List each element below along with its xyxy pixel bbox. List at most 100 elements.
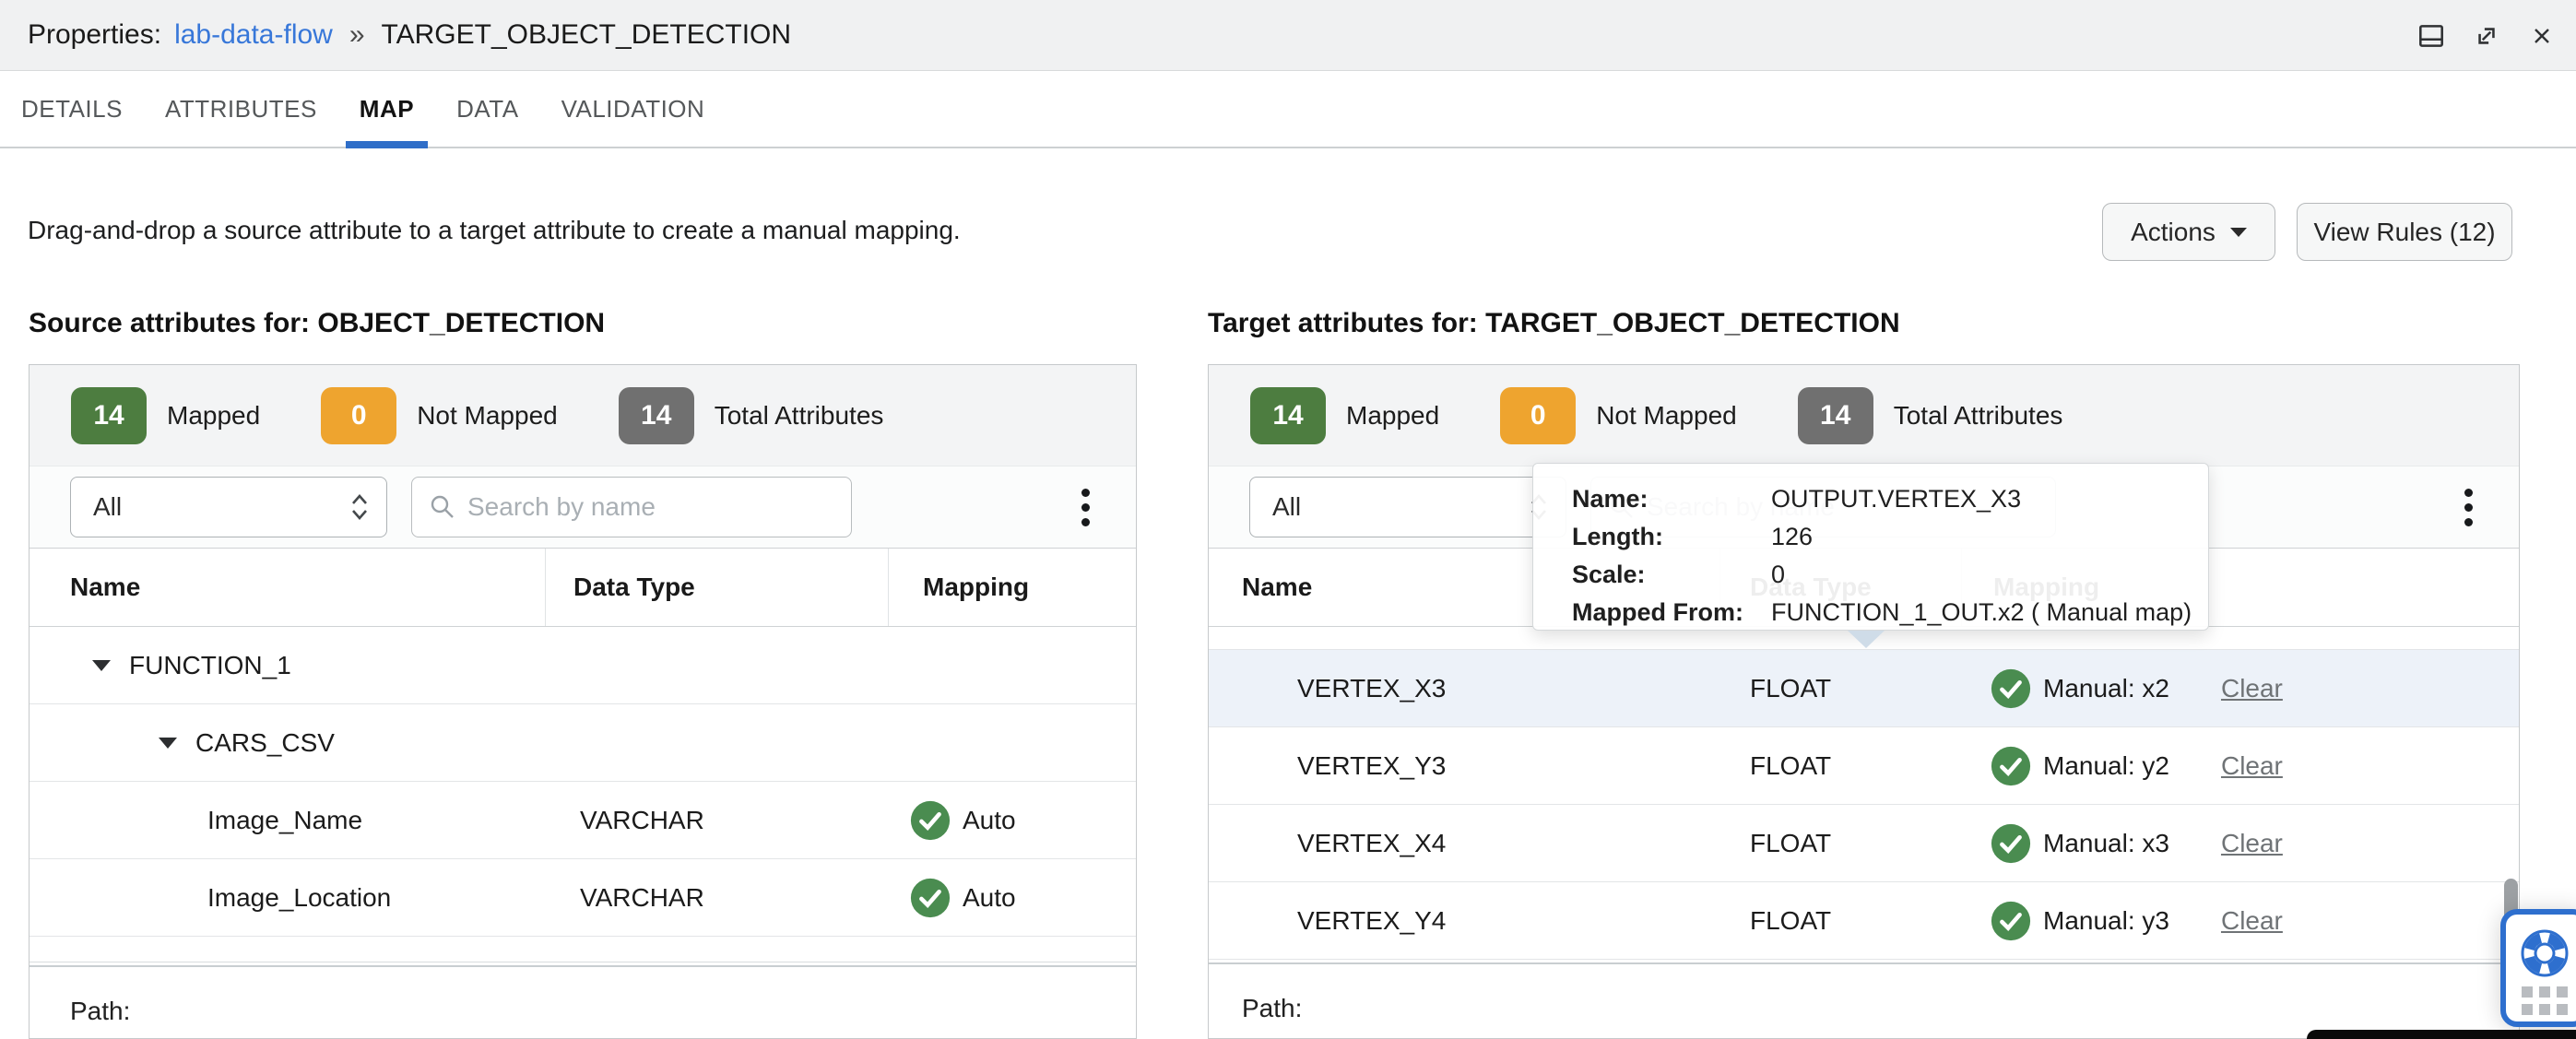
table-row-group[interactable]: FUNCTION_1 (30, 627, 1136, 704)
source-overflow-menu-icon[interactable] (1076, 483, 1095, 532)
breadcrumb-separator: » (346, 19, 369, 51)
tooltip-field-label: Mapped From: (1572, 594, 1771, 632)
tooltip-field-label: Scale: (1572, 556, 1771, 594)
mapped-check-icon (909, 877, 951, 919)
total-attributes-badge: 14 (619, 387, 694, 444)
attribute-name: Image_Name (30, 782, 546, 858)
target-overflow-menu-icon[interactable] (2459, 483, 2478, 532)
total-attributes-label: Total Attributes (715, 401, 884, 431)
drag-handle-icon[interactable] (2522, 986, 2568, 1015)
total-attributes-badge: 14 (1798, 387, 1873, 444)
attribute-group-name: FUNCTION_1 (129, 651, 291, 680)
total-attributes-label: Total Attributes (1894, 401, 2063, 431)
mapping-instruction: Drag-and-drop a source attribute to a ta… (28, 216, 961, 245)
column-header-name: Name (30, 549, 546, 626)
mapping-status: Manual: x3 (2043, 829, 2169, 858)
target-filter-value: All (1272, 492, 1301, 522)
target-path-footer: Path: (1209, 962, 2519, 1038)
attribute-group-name: CARS_CSV (195, 728, 335, 758)
mapped-label: Mapped (167, 401, 260, 431)
source-filter-select[interactable]: All (70, 477, 387, 537)
expand-icon[interactable] (2471, 20, 2502, 52)
source-path-footer: Path: (30, 965, 1136, 1038)
tooltip-field-label: Name: (1572, 480, 1771, 518)
not-mapped-label: Not Mapped (1596, 401, 1737, 431)
clear-mapping-link[interactable]: Clear (2221, 829, 2283, 858)
chevron-down-icon (2230, 228, 2247, 237)
close-icon[interactable] (2526, 20, 2558, 52)
attribute-data-type: FLOAT (1720, 727, 1962, 804)
attribute-name: VERTEX_X4 (1209, 805, 1720, 881)
not-mapped-count-badge: 0 (1500, 387, 1576, 444)
attribute-data-type: FLOAT (1720, 805, 1962, 881)
window-controls (2416, 0, 2558, 71)
target-filter-select[interactable]: All (1249, 477, 1566, 537)
path-label: Path: (70, 997, 130, 1025)
mapped-label: Mapped (1346, 401, 1439, 431)
path-label: Path: (1242, 994, 1302, 1022)
attribute-details-tooltip: Name: OUTPUT.VERTEX_X3 Length: 126 Scale… (1532, 463, 2209, 631)
source-filter-value: All (93, 492, 122, 522)
breadcrumb: Properties: lab-data-flow » TARGET_OBJEC… (28, 19, 791, 51)
source-search-box (411, 477, 852, 537)
mapping-status: Manual: y2 (2043, 751, 2169, 781)
clear-mapping-link[interactable]: Clear (2221, 674, 2283, 703)
source-panel-title: Source attributes for: OBJECT_DETECTION (29, 308, 605, 339)
attribute-data-type: VARCHAR (546, 859, 889, 936)
source-search-input[interactable] (467, 492, 834, 522)
attribute-data-type: FLOAT (1720, 650, 1962, 726)
mapping-status: Auto (963, 883, 1016, 913)
clear-mapping-link[interactable]: Clear (2221, 751, 2283, 781)
attribute-data-type: VARCHAR (546, 782, 889, 858)
source-table-header: Name Data Type Mapping (30, 548, 1136, 627)
not-mapped-label: Not Mapped (417, 401, 558, 431)
mapped-count-badge: 14 (1250, 387, 1326, 444)
actions-button-label: Actions (2131, 218, 2216, 247)
breadcrumb-link-data-flow[interactable]: lab-data-flow (174, 19, 333, 51)
attribute-name: VERTEX_X3 (1209, 650, 1720, 726)
screen-edge-bar (2307, 1030, 2576, 1039)
mapped-count-badge: 14 (71, 387, 147, 444)
column-header-data-type: Data Type (546, 549, 889, 626)
dock-panel-icon[interactable] (2416, 20, 2447, 52)
attribute-name: VERTEX_Y4 (1209, 882, 1720, 959)
mapped-check-icon (909, 799, 951, 842)
collapse-caret-icon[interactable] (159, 738, 177, 749)
source-attributes-panel: 14 Mapped 0 Not Mapped 14 Total Attribut… (29, 364, 1137, 1039)
collapse-caret-icon[interactable] (92, 660, 111, 671)
mapping-status: Manual: x2 (2043, 674, 2169, 703)
attribute-name: Image_Location (30, 859, 546, 936)
tab-data[interactable]: DATA (435, 72, 539, 147)
column-header-mapping: Mapping (889, 549, 1136, 626)
tooltip-arrow (1848, 631, 1885, 648)
table-row[interactable]: Image_Location VARCHAR Auto (30, 859, 1136, 937)
tab-attributes[interactable]: ATTRIBUTES (144, 72, 338, 147)
tab-details[interactable]: DETAILS (0, 72, 144, 147)
clear-mapping-link[interactable]: Clear (2221, 906, 2283, 936)
table-row[interactable]: VERTEX_X3 FLOAT Manual: x2 Clear (1209, 650, 2519, 727)
view-rules-button[interactable]: View Rules (12) (2297, 203, 2512, 261)
lifebuoy-icon (2519, 927, 2570, 979)
select-chevrons-icon (349, 491, 370, 523)
tab-map[interactable]: MAP (338, 72, 435, 147)
help-widget[interactable] (2500, 909, 2576, 1027)
table-row[interactable]: VERTEX_X4 FLOAT Manual: x3 Clear (1209, 805, 2519, 882)
table-row[interactable]: VERTEX_Y4 FLOAT Manual: y3 Clear (1209, 882, 2519, 960)
attribute-name: VERTEX_Y3 (1209, 727, 1720, 804)
view-rules-label: View Rules (12) (2313, 218, 2495, 247)
table-row[interactable]: Image_Name VARCHAR Auto (30, 782, 1136, 859)
actions-button[interactable]: Actions (2102, 203, 2275, 261)
table-row[interactable]: VERTEX_Y3 FLOAT Manual: y2 Clear (1209, 727, 2519, 805)
page-title: Properties: (28, 19, 161, 51)
table-row-partial (30, 937, 1136, 962)
tooltip-field-value: OUTPUT.VERTEX_X3 (1771, 480, 2021, 518)
table-row-group[interactable]: CARS_CSV (30, 704, 1136, 782)
tooltip-field-value: 126 (1771, 518, 1813, 556)
mapped-check-icon (1990, 822, 2032, 865)
breadcrumb-current: TARGET_OBJECT_DETECTION (382, 19, 792, 51)
source-summary-bar: 14 Mapped 0 Not Mapped 14 Total Attribut… (30, 365, 1136, 466)
tooltip-field-value: FUNCTION_1_OUT.x2 ( Manual map) (1771, 594, 2192, 632)
tab-validation[interactable]: VALIDATION (540, 72, 727, 147)
target-summary-bar: 14 Mapped 0 Not Mapped 14 Total Attribut… (1209, 365, 2519, 466)
mapping-status: Auto (963, 806, 1016, 835)
